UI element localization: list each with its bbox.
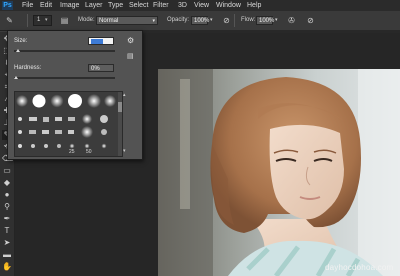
mode-value: Normal (99, 18, 119, 24)
preset-scrollbar-thumb[interactable] (118, 102, 122, 112)
hardness-field[interactable]: 0% (88, 64, 114, 72)
chevron-down-icon[interactable]: ▾ (210, 17, 213, 23)
brush-preset-panel: Size: ⚙ ▤ Hardness: 0% 25 50 ▴ ▾ (7, 30, 143, 160)
menu-file[interactable]: File (22, 0, 33, 11)
menu-type[interactable]: Type (108, 0, 123, 11)
mode-label: Mode: (78, 17, 95, 23)
chevron-down-icon[interactable]: ▾ (275, 17, 278, 23)
zoom-tool-icon[interactable]: ⚲ (2, 202, 12, 212)
mode-select[interactable]: Normal ▾ (96, 16, 158, 25)
hardness-label: Hardness: (14, 65, 42, 71)
chevron-up-icon[interactable]: ▴ (123, 92, 126, 98)
brush-panel-toggle-icon[interactable]: ▤ (59, 15, 70, 26)
sharpen-tool-icon[interactable]: ◆ (2, 178, 12, 188)
menu-layer[interactable]: Layer (85, 0, 103, 11)
options-bar: ✎ 1 ▾ ▤ Mode: Normal ▾ Opacity: 100% ▾ ⊘… (0, 11, 400, 31)
menu-bar: Ps File Edit Image Layer Type Select Fil… (0, 0, 400, 11)
size-slider-thumb[interactable] (16, 49, 20, 52)
gradient-tool-icon[interactable]: ▭ (2, 166, 12, 176)
brush-tool-icon[interactable]: ✎ (4, 15, 15, 26)
new-preset-icon[interactable]: ▤ (127, 52, 134, 60)
type-tool-icon[interactable]: T (2, 226, 12, 236)
brush-size-number: 25 (69, 149, 75, 155)
size-value-selected (91, 39, 103, 44)
hardness-value: 0% (91, 66, 100, 72)
brush-size-preview: 1 (37, 17, 41, 23)
brush-preset-list: 25 50 (14, 91, 123, 157)
separator (234, 14, 235, 27)
brush-size-number: 50 (86, 149, 92, 155)
flow-value: 100% (259, 18, 275, 24)
pen-tool-icon[interactable]: ✒ (2, 214, 12, 224)
menu-3d[interactable]: 3D (178, 0, 187, 11)
pressure-size-icon[interactable]: ⊘ (305, 15, 316, 26)
brush-preset-picker[interactable]: 1 ▾ (33, 15, 52, 26)
menu-image[interactable]: Image (60, 0, 79, 11)
photoshop-logo: Ps (2, 1, 13, 10)
chevron-down-icon: ▾ (45, 17, 48, 23)
opacity-label: Opacity: (167, 17, 190, 23)
menu-select[interactable]: Select (129, 0, 148, 11)
brush-thumbnails (16, 94, 116, 149)
path-selection-tool-icon[interactable]: ➤ (2, 238, 12, 248)
menu-edit[interactable]: Edit (40, 0, 52, 11)
flow-field[interactable]: 100% (256, 16, 275, 25)
pressure-opacity-icon[interactable]: ⊘ (221, 15, 232, 26)
size-field[interactable] (88, 37, 114, 45)
opacity-value: 100% (194, 18, 210, 24)
hand-tool-icon[interactable]: ✋ (2, 262, 12, 272)
opacity-field[interactable]: 100% (191, 16, 210, 25)
separator (27, 14, 28, 27)
watermark-text: dayhocdohoa.com (325, 263, 394, 272)
hardness-slider-thumb[interactable] (14, 76, 18, 79)
preset-scrollbar[interactable] (118, 92, 122, 156)
dodge-tool-icon[interactable]: ● (2, 190, 12, 200)
hardness-slider[interactable] (14, 76, 115, 79)
canvas-photo[interactable] (158, 69, 400, 276)
chevron-down-icon[interactable]: ▾ (123, 148, 126, 154)
shape-tool-icon[interactable]: ▬ (2, 250, 12, 260)
chevron-down-icon: ▾ (152, 18, 155, 24)
size-slider[interactable] (14, 49, 115, 52)
menu-help[interactable]: Help (247, 0, 261, 11)
size-label: Size: (14, 38, 28, 44)
menu-filter[interactable]: Filter (153, 0, 169, 11)
gear-icon[interactable]: ⚙ (127, 36, 134, 45)
menu-window[interactable]: Window (216, 0, 241, 11)
menu-view[interactable]: View (194, 0, 209, 11)
airbrush-icon[interactable]: ✇ (286, 15, 297, 26)
flow-label: Flow: (241, 17, 256, 23)
